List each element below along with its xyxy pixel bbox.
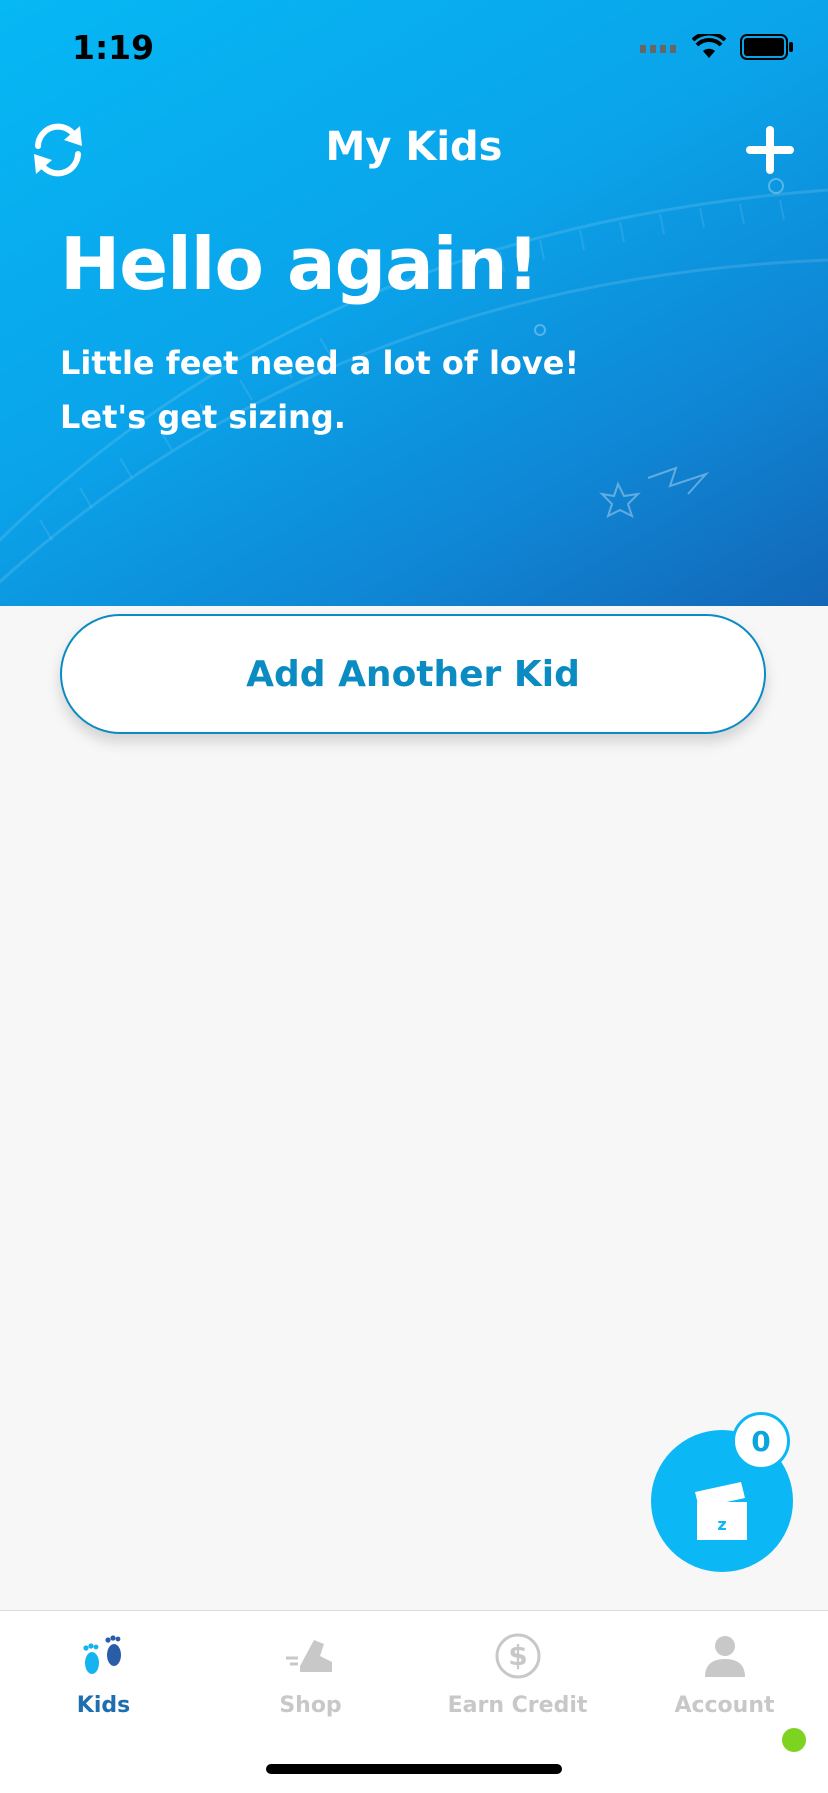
plus-icon [746,126,794,174]
subtitle-line-2: Let's get sizing. [60,398,346,436]
home-indicator [266,1764,562,1774]
subtitle-line-1: Little feet need a lot of love! [60,344,580,382]
greeting-heading: Hello again! [60,222,539,306]
tab-label-account: Account [674,1693,775,1718]
signal-icon [640,45,676,53]
add-another-kid-button[interactable]: Add Another Kid [60,614,766,734]
battery-icon [740,34,793,60]
svg-text:z: z [717,1515,726,1534]
tab-account[interactable]: Account [621,1625,828,1718]
status-icons [640,34,794,60]
zigzag-decoration [647,466,710,495]
tab-label-kids: Kids [76,1693,131,1718]
star-decoration [599,481,641,518]
cart-count-badge: 0 [732,1412,790,1470]
add-button[interactable] [742,122,798,178]
status-time: 1:19 [72,28,155,67]
tab-earn-credit[interactable]: $ Earn Credit [414,1625,621,1718]
tab-label-shop: Shop [279,1693,342,1718]
tab-shop[interactable]: Shop [207,1625,414,1718]
wifi-icon [692,34,726,58]
person-icon [704,1636,745,1677]
feet-icon [82,1635,121,1674]
page-title: My Kids [325,124,503,170]
tab-kids[interactable]: Kids [0,1625,207,1718]
tab-label-earn-credit: Earn Credit [447,1693,588,1718]
hero-banner: 1:19 My Kids Hello again! Little feet ne… [0,0,828,606]
dollar-icon: $ [495,1633,540,1679]
greeting-subtitle: Little feet need a lot of love! Let's ge… [60,336,579,444]
svg-text:$: $ [508,1639,527,1672]
status-dot [782,1728,806,1752]
sneaker-icon [285,1640,332,1672]
